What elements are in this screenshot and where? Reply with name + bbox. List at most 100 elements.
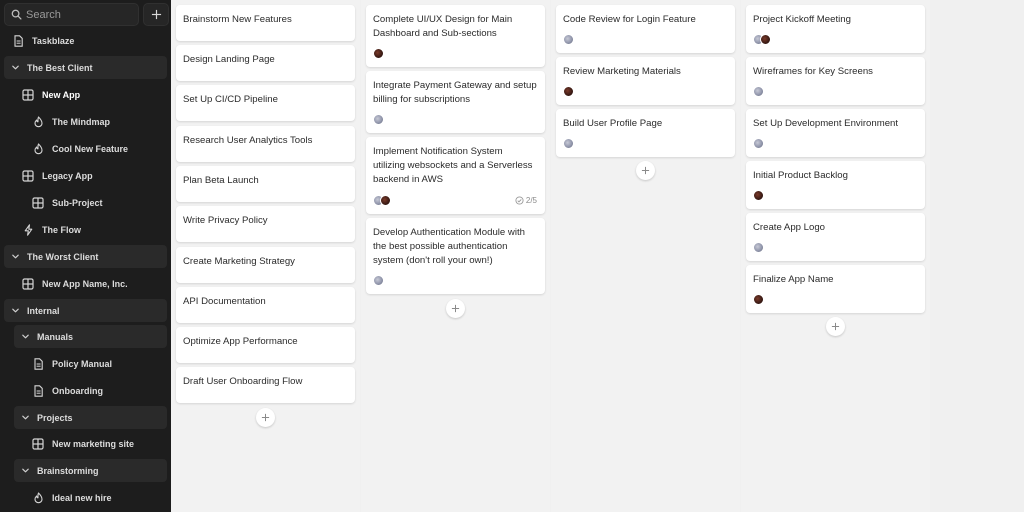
sidebar-item[interactable]: Onboarding <box>24 379 167 402</box>
board-icon <box>32 196 44 209</box>
assignee-avatars <box>753 242 764 253</box>
sidebar-item[interactable]: Legacy App <box>14 164 167 187</box>
chevron-down-icon <box>10 252 20 262</box>
avatar[interactable] <box>373 48 384 59</box>
plus-icon <box>451 304 459 313</box>
task-card[interactable]: Research User Analytics Tools <box>176 126 355 162</box>
sidebar-item[interactable]: Taskblaze <box>4 29 167 52</box>
task-title: Build User Profile Page <box>563 118 663 129</box>
chevron-down-icon <box>10 63 20 73</box>
task-card[interactable]: Design Landing Page <box>176 45 355 81</box>
task-card[interactable]: Draft User Onboarding Flow <box>176 367 355 403</box>
task-title: Create App Logo <box>753 222 826 233</box>
add-card-button[interactable] <box>635 161 655 180</box>
sidebar-group[interactable]: The Best Client <box>4 56 167 79</box>
task-card[interactable]: Project Kickoff Meeting <box>746 5 925 53</box>
plus-icon <box>641 166 649 175</box>
subtask-progress: 2/5 <box>515 196 537 205</box>
sidebar-group[interactable]: Internal <box>4 299 167 322</box>
sidebar-item[interactable]: The Flow <box>14 218 167 241</box>
sidebar-item[interactable]: New App Name, Inc. <box>14 272 167 295</box>
sidebar: Taskblaze The Best Client New App The Mindm… <box>0 0 171 512</box>
sidebar-item-label: Cool New Feature <box>52 143 129 154</box>
sidebar-item-label: Ideal new hire <box>52 492 112 503</box>
task-title: Set Up Development Environment <box>753 118 899 129</box>
add-button[interactable] <box>143 3 169 26</box>
avatar[interactable] <box>563 86 574 97</box>
avatar[interactable] <box>753 138 764 149</box>
task-card[interactable]: Write Privacy Policy <box>176 206 355 242</box>
plus-icon <box>831 322 839 331</box>
sidebar-item[interactable]: New App <box>14 83 167 106</box>
bolt-icon <box>22 223 34 236</box>
chevron-down-icon <box>20 332 30 342</box>
task-card[interactable]: Create Marketing Strategy <box>176 247 355 283</box>
task-card[interactable]: API Documentation <box>176 287 355 323</box>
task-card[interactable]: Set Up Development Environment <box>746 109 925 157</box>
sidebar-item[interactable]: Ideal new hire <box>24 486 167 509</box>
avatar[interactable] <box>760 34 771 45</box>
task-card[interactable]: Wireframes for Key Screens <box>746 57 925 105</box>
sidebar-group[interactable]: Brainstorming <box>14 459 167 482</box>
sidebar-group[interactable]: Projects <box>14 406 167 429</box>
avatar[interactable] <box>563 138 574 149</box>
avatar[interactable] <box>373 114 384 125</box>
chevron-down-icon <box>20 466 30 476</box>
sidebar-group[interactable]: Manuals <box>14 325 167 348</box>
assignee-avatars <box>753 34 771 45</box>
sidebar-item-label: Policy Manual <box>52 358 113 369</box>
assignee-avatars <box>753 294 764 305</box>
task-card[interactable]: Set Up CI/CD Pipeline <box>176 85 355 121</box>
avatar[interactable] <box>753 86 764 97</box>
flame-icon <box>32 491 44 504</box>
task-card[interactable]: Finalize App Name <box>746 265 925 313</box>
task-card[interactable]: Optimize App Performance <box>176 327 355 363</box>
avatar[interactable] <box>563 34 574 45</box>
add-card-button[interactable] <box>255 408 275 427</box>
board-column: Code Review for Login Feature Review Mark… <box>551 0 740 512</box>
task-card[interactable]: Develop Authentication Module with the b… <box>366 218 545 294</box>
task-card[interactable]: Build User Profile Page <box>556 109 735 157</box>
task-card[interactable]: Integrate Payment Gateway and setup bill… <box>366 71 545 133</box>
assignee-avatars <box>373 195 391 206</box>
sidebar-item[interactable]: New marketing site <box>24 432 167 455</box>
assignee-avatars <box>753 86 764 97</box>
search-icon <box>11 9 22 20</box>
assignee-avatars <box>373 48 384 59</box>
sidebar-item[interactable]: The Mindmap <box>24 110 167 133</box>
avatar[interactable] <box>753 242 764 253</box>
avatar[interactable] <box>753 190 764 201</box>
task-card[interactable]: Review Marketing Materials <box>556 57 735 105</box>
task-card[interactable]: Code Review for Login Feature <box>556 5 735 53</box>
task-card[interactable]: Complete UI/UX Design for Main Dashboard… <box>366 5 545 67</box>
plus-icon <box>261 413 269 422</box>
task-card[interactable]: Initial Product Backlog <box>746 161 925 209</box>
task-title: API Documentation <box>183 296 266 307</box>
task-card[interactable]: Brainstorm New Features <box>176 5 355 41</box>
search-input[interactable] <box>26 7 136 23</box>
avatar[interactable] <box>753 294 764 305</box>
task-card[interactable]: Plan Beta Launch <box>176 166 355 202</box>
add-card-button[interactable] <box>825 317 845 336</box>
task-card[interactable]: Implement Notification System utilizing … <box>366 137 545 214</box>
sidebar-item-label: Projects <box>37 412 73 423</box>
task-card[interactable]: Create App Logo <box>746 213 925 261</box>
sidebar-item[interactable]: Cool New Feature <box>24 137 167 160</box>
avatar[interactable] <box>380 195 391 206</box>
task-title: Create Marketing Strategy <box>183 256 295 267</box>
search-box[interactable] <box>4 3 139 26</box>
avatar[interactable] <box>373 275 384 286</box>
sidebar-group[interactable]: The Worst Client <box>4 245 167 268</box>
sidebar-item-label: Sub-Project <box>52 197 103 208</box>
task-title: Integrate Payment Gateway and setup bill… <box>373 80 537 105</box>
sidebar-item[interactable]: Sub-Project <box>24 191 167 214</box>
assignee-avatars <box>753 190 764 201</box>
task-title: Write Privacy Policy <box>183 215 268 226</box>
sidebar-item[interactable]: Policy Manual <box>24 352 167 375</box>
sidebar-item-label: Taskblaze <box>32 35 75 46</box>
doc-icon <box>12 34 24 47</box>
add-card-button[interactable] <box>445 299 465 318</box>
doc-icon <box>32 384 44 397</box>
assignee-avatars <box>753 138 764 149</box>
task-title: Wireframes for Key Screens <box>753 66 873 77</box>
